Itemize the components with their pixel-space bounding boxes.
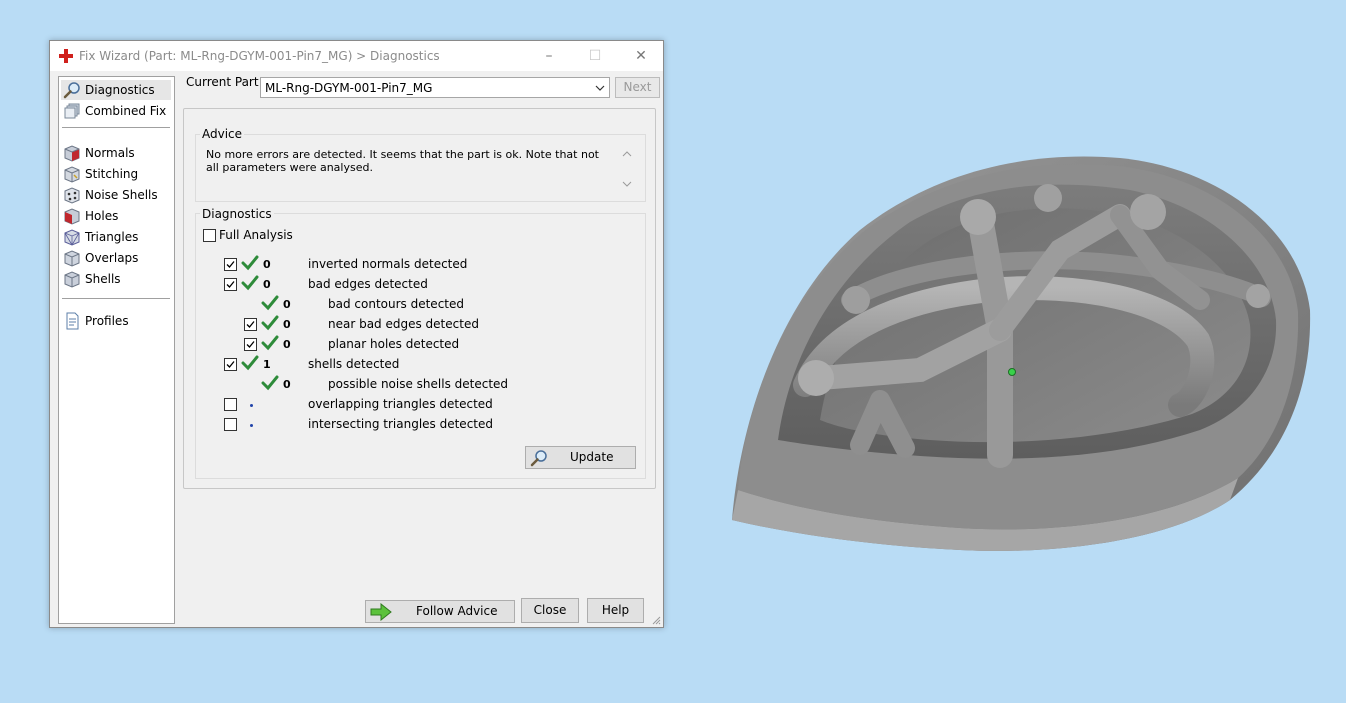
sidebar-item-label: Triangles [85,230,139,244]
wizard-sidebar: Diagnostics Combined Fix Normals Stitchi… [58,76,175,624]
noise-shells-count: 0 [283,378,291,391]
shells-count: 1 [263,358,271,371]
fix-wizard-dialog: Fix Wizard (Part: ML-Rng-DGYM-001-Pin7_M… [49,40,664,628]
sidebar-item-shells[interactable]: Shells [61,269,171,289]
update-label: Update [570,450,614,464]
follow-advice-button[interactable]: Follow Advice [365,600,515,623]
full-analysis-checkbox[interactable] [203,229,216,242]
near-bad-edges-label: near bad edges detected [328,317,479,331]
sidebar-item-triangles[interactable]: Triangles [61,227,171,247]
current-part-value: ML-Rng-DGYM-001-Pin7_MG [265,81,433,95]
inverted-normals-count: 0 [263,258,271,271]
magnifier-icon [63,82,80,99]
sidebar-item-label: Shells [85,272,121,286]
not-analysed-dot-icon [250,424,253,427]
overlapping-triangles-label: overlapping triangles detected [308,397,493,411]
title-bar[interactable]: Fix Wizard (Part: ML-Rng-DGYM-001-Pin7_M… [50,41,663,71]
green-arrow-icon [370,603,392,621]
sidebar-item-normals[interactable]: Normals [61,143,171,163]
not-analysed-dot-icon [250,404,253,407]
combined-fix-icon [64,103,80,119]
intersecting-triangles-label: intersecting triangles detected [308,417,493,431]
red-cross-icon [59,49,73,63]
chevron-down-icon [595,85,605,91]
checkmark-icon [261,335,279,351]
full-analysis-label: Full Analysis [219,228,293,242]
sidebar-item-noise-shells[interactable]: Noise Shells [61,185,171,205]
sidebar-item-label: Diagnostics [85,83,155,97]
inverted-normals-checkbox[interactable] [224,258,237,271]
sidebar-item-profiles[interactable]: Profiles [61,311,171,331]
sidebar-item-label: Holes [85,209,119,223]
follow-advice-label: Follow Advice [416,604,498,618]
stitching-cube-icon [64,166,80,183]
checkmark-icon [261,315,279,331]
sidebar-item-holes[interactable]: Holes [61,206,171,226]
bad-contours-count: 0 [283,298,291,311]
current-part-select[interactable]: ML-Rng-DGYM-001-Pin7_MG [260,77,610,98]
sidebar-item-label: Profiles [85,314,129,328]
planar-holes-label: planar holes detected [328,337,460,351]
sidebar-item-label: Noise Shells [85,188,158,202]
noise-shells-cube-icon [64,187,80,204]
window-title: Fix Wizard (Part: ML-Rng-DGYM-001-Pin7_M… [79,49,440,63]
shells-checkbox[interactable] [224,358,237,371]
shells-label: shells detected [308,357,400,371]
sidebar-item-label: Overlaps [85,251,139,265]
scroll-up-icon[interactable] [621,149,633,159]
planar-holes-checkbox[interactable] [244,338,257,351]
help-button[interactable]: Help [587,598,644,623]
sidebar-item-diagnostics[interactable]: Diagnostics [61,80,171,100]
advice-text: No more errors are detected. It seems th… [206,148,599,174]
near-bad-edges-checkbox[interactable] [244,318,257,331]
current-part-label: Current Part: [186,75,263,89]
overlaps-cube-icon [64,250,80,267]
sidebar-divider [62,298,170,299]
advice-title: Advice [200,127,245,141]
checkmark-icon [261,295,279,311]
bad-edges-count: 0 [263,278,271,291]
near-bad-edges-count: 0 [283,318,291,331]
sidebar-item-label: Combined Fix [85,104,167,118]
update-button[interactable]: Update [525,446,636,469]
bad-contours-label: bad contours detected [328,297,464,311]
sidebar-item-overlaps[interactable]: Overlaps [61,248,171,268]
shells-cube-icon [64,271,80,288]
magnifier-icon [530,450,547,467]
holes-cube-icon [64,208,80,225]
sidebar-item-stitching[interactable]: Stitching [61,164,171,184]
maximize-button[interactable]: ☐ [572,41,618,71]
minimize-button[interactable]: – [526,41,572,71]
sidebar-item-combined-fix[interactable]: Combined Fix [61,101,171,121]
next-button[interactable]: Next [615,77,660,98]
resize-grip-icon[interactable] [651,615,661,625]
noise-shells-label: possible noise shells detected [328,377,509,391]
triangles-cube-icon [64,229,80,246]
sidebar-divider [62,127,170,128]
scroll-down-icon[interactable] [621,179,633,189]
planar-holes-count: 0 [283,338,291,351]
checkmark-icon [261,375,279,391]
sidebar-item-label: Normals [85,146,135,160]
overlapping-triangles-checkbox[interactable] [224,398,237,411]
bad-edges-label: bad edges detected [308,277,428,291]
close-window-button[interactable]: ✕ [618,41,664,71]
inverted-normals-label: inverted normals detected [308,257,468,271]
bad-edges-checkbox[interactable] [224,278,237,291]
normals-cube-icon [64,145,80,162]
checkmark-icon [241,355,259,371]
diagnostics-title: Diagnostics [200,207,274,221]
intersecting-triangles-checkbox[interactable] [224,418,237,431]
checkmark-icon [241,255,259,271]
profiles-document-icon [66,312,79,330]
checkmark-icon [241,275,259,291]
close-button[interactable]: Close [521,598,579,623]
sidebar-item-label: Stitching [85,167,139,181]
